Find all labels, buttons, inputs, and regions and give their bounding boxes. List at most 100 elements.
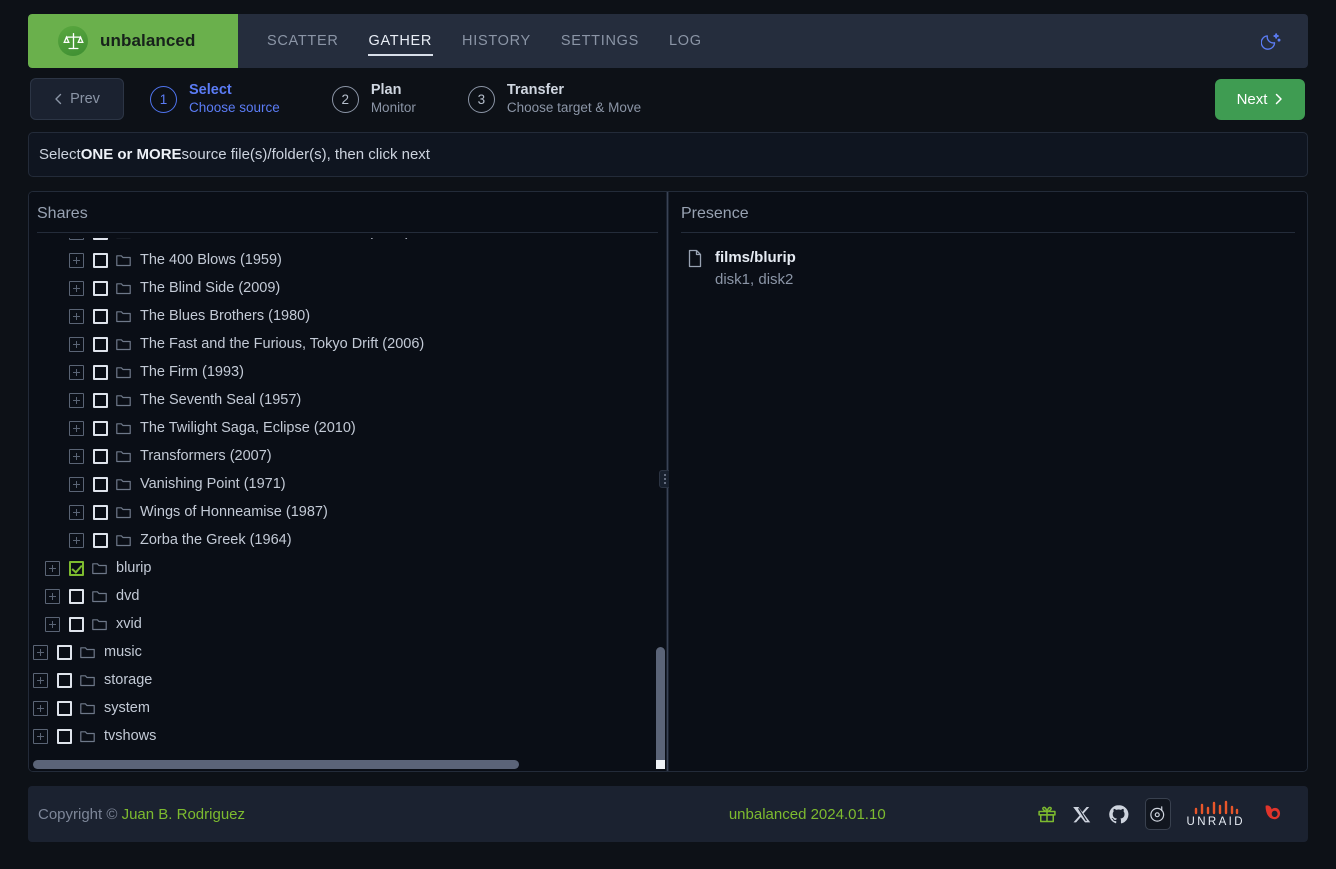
unraid-label: UNRAID	[1186, 816, 1245, 828]
expand-icon[interactable]	[45, 616, 60, 632]
step-plan[interactable]: 2 Plan Monitor	[331, 81, 416, 116]
table-row[interactable]: Terminator 3, Rise of the Machines (2003…	[29, 238, 666, 246]
expand-icon[interactable]	[69, 420, 84, 436]
row-label: The Firm (1993)	[140, 364, 244, 380]
copyright-prefix: Copyright ©	[38, 805, 122, 823]
step-subtitle: Choose target & Move	[506, 99, 642, 115]
row-checkbox[interactable]	[93, 308, 108, 324]
presence-item-name: films/blurip	[715, 249, 796, 266]
row-checkbox[interactable]	[57, 728, 72, 744]
expand-icon[interactable]	[33, 672, 48, 688]
row-checkbox[interactable]	[69, 588, 84, 604]
row-checkbox[interactable]	[93, 280, 108, 296]
disc-icon[interactable]	[1144, 798, 1171, 830]
row-checkbox[interactable]	[93, 252, 108, 268]
table-row[interactable]: The 400 Blows (1959)	[29, 246, 666, 274]
folder-icon	[116, 394, 132, 407]
instruction-prefix: Select	[39, 146, 81, 163]
table-row[interactable]: tvshows	[29, 722, 666, 750]
shares-horizontal-scroll-thumb[interactable]	[33, 760, 519, 769]
tab-scatter[interactable]: SCATTER	[266, 27, 340, 56]
buymeacoffee-icon[interactable]	[1261, 802, 1286, 827]
row-checkbox[interactable]	[69, 560, 84, 576]
table-row[interactable]: The Firm (1993)	[29, 358, 666, 386]
github-icon[interactable]	[1108, 804, 1129, 825]
folder-icon	[80, 730, 96, 743]
tab-history[interactable]: HISTORY	[461, 27, 532, 56]
tab-gather[interactable]: GATHER	[367, 27, 434, 56]
row-checkbox[interactable]	[57, 700, 72, 716]
expand-icon[interactable]	[45, 588, 60, 604]
row-checkbox[interactable]	[93, 504, 108, 520]
expand-icon[interactable]	[69, 308, 84, 324]
expand-icon[interactable]	[69, 336, 84, 352]
table-row[interactable]: xvid	[29, 610, 666, 638]
table-row[interactable]: Zorba the Greek (1964)	[29, 526, 666, 554]
shares-vertical-scroll-thumb[interactable]	[656, 647, 665, 765]
step-transfer[interactable]: 3 Transfer Choose target & Move	[467, 82, 642, 116]
table-row[interactable]: storage	[29, 666, 666, 694]
table-row[interactable]: Transformers (2007)	[29, 442, 666, 470]
expand-icon[interactable]	[69, 392, 84, 408]
table-row[interactable]: music	[29, 638, 666, 666]
footer-icons: UNRAID	[1037, 798, 1287, 830]
row-checkbox[interactable]	[93, 532, 108, 548]
author-link[interactable]: Juan B. Rodriguez	[122, 806, 245, 823]
shares-tree[interactable]: Terminator 3, Rise of the Machines (2003…	[29, 238, 666, 771]
brand-label: unbalanced	[100, 31, 196, 50]
step-select[interactable]: 1 Select Choose source	[150, 82, 280, 116]
row-checkbox[interactable]	[93, 392, 108, 408]
table-row[interactable]: Vanishing Point (1971)	[29, 470, 666, 498]
next-button[interactable]: Next	[1215, 78, 1305, 120]
row-label: xvid	[116, 616, 142, 632]
row-checkbox[interactable]	[93, 336, 108, 352]
table-row[interactable]: The Fast and the Furious, Tokyo Drift (2…	[29, 330, 666, 358]
tab-log[interactable]: LOG	[668, 27, 703, 56]
table-row[interactable]: dvd	[29, 582, 666, 610]
prev-button[interactable]: Prev	[30, 78, 124, 120]
table-row[interactable]: The Seventh Seal (1957)	[29, 386, 666, 414]
x-twitter-icon[interactable]	[1072, 805, 1092, 824]
expand-icon[interactable]	[69, 364, 84, 380]
copyright: Copyright © Juan B. Rodriguez	[38, 806, 578, 823]
row-label: dvd	[116, 588, 140, 604]
shares-horizontal-scrollbar[interactable]	[33, 760, 661, 769]
expand-icon[interactable]	[69, 448, 84, 464]
expand-icon[interactable]	[69, 252, 84, 268]
row-checkbox[interactable]	[93, 448, 108, 464]
table-row[interactable]: system	[29, 694, 666, 722]
row-checkbox[interactable]	[57, 644, 72, 660]
list-item[interactable]: films/blurip disk1, disk2	[687, 247, 1307, 291]
table-row[interactable]: Wings of Honneamise (1987)	[29, 498, 666, 526]
row-checkbox[interactable]	[93, 364, 108, 380]
instruction-banner: Select ONE or MORE source file(s)/folder…	[28, 132, 1308, 177]
row-checkbox[interactable]	[57, 672, 72, 688]
expand-icon[interactable]	[69, 532, 84, 548]
row-checkbox[interactable]	[93, 476, 108, 492]
unraid-logo[interactable]: UNRAID	[1187, 800, 1246, 828]
row-checkbox[interactable]	[69, 616, 84, 632]
shares-vertical-scrollbar[interactable]	[656, 592, 665, 765]
expand-icon[interactable]	[69, 476, 84, 492]
folder-icon	[116, 506, 132, 519]
gift-icon[interactable]	[1037, 804, 1057, 824]
expand-icon[interactable]	[69, 280, 84, 296]
table-row[interactable]: The Blues Brothers (1980)	[29, 302, 666, 330]
expand-icon[interactable]	[69, 504, 84, 520]
table-row[interactable]: The Blind Side (2009)	[29, 274, 666, 302]
row-checkbox[interactable]	[93, 238, 108, 240]
prev-button-label: Prev	[70, 91, 100, 107]
brand[interactable]: unbalanced	[28, 14, 238, 68]
expand-icon[interactable]	[33, 700, 48, 716]
tab-settings[interactable]: SETTINGS	[560, 27, 640, 56]
row-checkbox[interactable]	[93, 420, 108, 436]
expand-icon[interactable]	[33, 644, 48, 660]
folder-icon	[116, 238, 132, 239]
expand-icon[interactable]	[69, 238, 84, 240]
expand-icon[interactable]	[33, 728, 48, 744]
expand-icon[interactable]	[45, 560, 60, 576]
table-row[interactable]: The Twilight Saga, Eclipse (2010)	[29, 414, 666, 442]
table-row[interactable]: blurip	[29, 554, 666, 582]
step-title: Plan	[370, 81, 402, 98]
moon-stars-icon[interactable]	[1261, 14, 1308, 68]
